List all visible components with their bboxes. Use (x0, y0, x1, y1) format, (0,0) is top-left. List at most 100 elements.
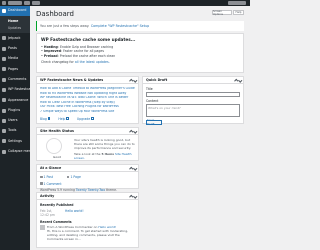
chevron-down-icon[interactable] (132, 78, 137, 83)
notice-text: You are just a few steps away. (40, 24, 90, 28)
external-link-icon (66, 117, 69, 120)
new-content-link[interactable] (32, 1, 40, 5)
chevron-up-icon[interactable] (128, 79, 133, 84)
news-widget-header: WP Fastestcache News & Updates (37, 77, 138, 84)
dashboard-icon (2, 9, 6, 14)
quick-draft-widget: Quick Draft Title Content What's on your… (142, 76, 244, 126)
dashboard-submenu: Home Updates (0, 16, 30, 34)
glance-posts-link[interactable]: 1 Post (40, 175, 53, 179)
help-link[interactable]: Help (58, 117, 69, 121)
menu-item-fastestcache[interactable]: WP Fastestcache (0, 85, 37, 95)
news-link[interactable]: How to Add a Cache Timeout to WordPress … (40, 87, 135, 90)
chevron-down-icon[interactable] (132, 194, 137, 199)
quick-draft-header: Quick Draft (143, 77, 243, 84)
comments-count-icon[interactable] (24, 1, 30, 5)
list-item: Feb 1st, 12:42 pm Hello world! (40, 209, 135, 217)
menu-item-comments[interactable]: Comments (0, 74, 30, 84)
screen-options-button[interactable]: Screen Options (212, 10, 232, 16)
menu-item-posts[interactable]: Posts (0, 44, 30, 54)
menu-item-tools[interactable]: Tools (0, 126, 30, 136)
jetpack-icon (2, 36, 6, 41)
chevron-up-icon[interactable] (128, 167, 133, 172)
dashboard-content: Dashboard Screen Options Help You are ju… (30, 6, 250, 250)
menu-item-media[interactable]: Media (0, 54, 30, 64)
widget-controls[interactable] (233, 78, 242, 84)
health-status: Good (53, 155, 61, 159)
at-a-glance-widget: At a Glance 1 Post 1 Page 1 Comment Word… (36, 164, 139, 192)
admin-menu: Dashboard Home Updates Jetpack Posts Med… (0, 6, 37, 250)
news-link[interactable]: How to Clear Cache in WordPress (Step by… (40, 101, 135, 104)
submenu-item-home[interactable]: Home (0, 17, 30, 24)
tools-icon (2, 129, 6, 134)
page-title: Dashboard (36, 10, 74, 18)
news-link[interactable]: Our Picks: Best Free Caching Plugins for… (40, 105, 135, 108)
draft-content-label: Content (146, 99, 159, 103)
menu-item-plugins[interactable]: Plugins (0, 105, 30, 115)
avatar (40, 225, 45, 230)
health-indicator: Good (40, 138, 74, 160)
menu-item-collapse[interactable]: Collapse menu (0, 147, 33, 157)
chevron-up-icon[interactable] (128, 195, 133, 200)
comment-content: From A WordPress Commenter on Hello worl… (47, 225, 129, 242)
activity-widget: Activity Recently Published Feb 1st, 12:… (36, 192, 139, 248)
chevron-up-icon[interactable] (128, 130, 133, 135)
pages-icon (2, 67, 6, 72)
external-link-icon (91, 117, 94, 120)
post-date: Feb 1st, 12:42 pm (40, 208, 55, 217)
glance-pages-link[interactable]: 1 Page (66, 175, 81, 179)
glance-header: At a Glance (37, 165, 138, 172)
site-health-header: Site Health Status (37, 128, 138, 135)
list-item: • Improved: Faster cache for all pages (41, 49, 104, 54)
recently-published-heading: Recently Published (40, 203, 74, 207)
complete-setup-link[interactable]: Complete "WP Fastestcache" Setup (91, 24, 149, 28)
menu-item-pages[interactable]: Pages (0, 64, 30, 74)
menu-item-jetpack[interactable]: Jetpack (0, 33, 30, 43)
chevron-down-icon[interactable] (237, 78, 242, 83)
user-account-link[interactable] (228, 1, 246, 5)
post-link[interactable]: Hello world! (65, 209, 84, 217)
news-link[interactable]: WP Fastestcache vs W3 Total Cache: Which… (40, 96, 135, 99)
chevron-up-icon[interactable] (233, 79, 238, 84)
comments-icon (2, 77, 6, 82)
welcome-list: • Hosting: Enable Gzip and Browser cachi… (41, 45, 239, 59)
widget-controls[interactable] (128, 194, 137, 200)
page-icon (66, 175, 70, 179)
glance-comments-link[interactable]: 1 Comment (40, 182, 62, 186)
changelog-link[interactable]: all the latest updates. (75, 60, 110, 64)
chevron-down-icon[interactable] (132, 166, 137, 171)
menu-item-dashboard[interactable]: Dashboard (0, 6, 30, 17)
list-item: From A WordPress Commenter on Hello worl… (40, 225, 135, 241)
news-footer: Blog Help Upgrade (40, 117, 94, 121)
widget-controls[interactable] (128, 129, 137, 135)
draft-title-input[interactable] (146, 91, 240, 97)
chevron-down-icon[interactable] (132, 129, 137, 134)
widget-controls[interactable] (128, 166, 137, 172)
news-widget: WP Fastestcache News & Updates How to Ad… (36, 76, 139, 124)
menu-item-settings[interactable]: Settings (0, 136, 30, 146)
menu-item-users[interactable]: Users (0, 116, 30, 126)
list-item: • Preload: Preload the cache after each … (41, 54, 116, 59)
media-icon (2, 57, 6, 62)
users-icon (2, 118, 6, 123)
posts-icon (2, 46, 6, 51)
help-button[interactable]: Help (233, 10, 244, 15)
wp-logo-icon[interactable] (2, 1, 6, 5)
external-link-icon (47, 117, 51, 120)
welcome-panel: WP Fastestcache cache some updates... • … (36, 33, 244, 73)
submenu-item-updates[interactable]: Updates (0, 24, 30, 31)
save-draft-button[interactable]: Save Draft (146, 118, 162, 126)
setup-notice: You are just a few steps away. Complete … (36, 21, 244, 31)
draft-content-textarea[interactable]: What's on your mind? (146, 104, 240, 117)
widget-controls[interactable] (128, 78, 137, 84)
settings-icon (2, 139, 6, 144)
news-list: How to Add a Cache Timeout to WordPress … (37, 84, 138, 118)
recent-comments-heading: Recent Comments (40, 219, 72, 224)
appearance-icon (2, 98, 6, 103)
plugins-icon (2, 108, 6, 113)
news-link[interactable]: 7 Simple Ways to Speed Up Your WordPress… (40, 110, 135, 113)
blog-link[interactable]: Blog (40, 117, 51, 121)
upgrade-link[interactable]: Upgrade (77, 117, 94, 121)
news-link[interactable]: How to Fix WordPress Website Not Updatin… (40, 92, 135, 95)
site-name-link[interactable] (8, 1, 22, 5)
menu-item-appearance[interactable]: Appearance (0, 95, 30, 105)
